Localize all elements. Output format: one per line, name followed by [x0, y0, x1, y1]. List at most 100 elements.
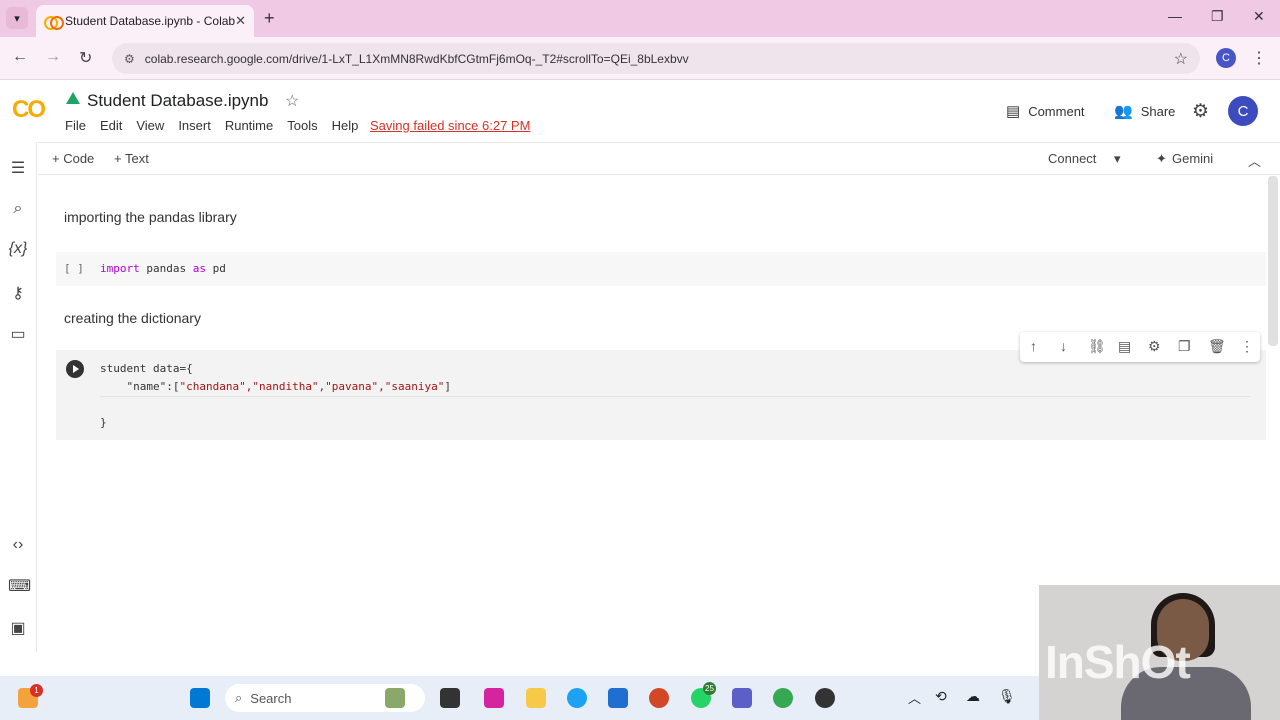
notebook-scrollbar[interactable]	[1268, 176, 1278, 346]
tray-mic-icon[interactable]: 🎙	[998, 688, 1016, 705]
code-line-2: "name":["chandana","nanditha","pavana","…	[100, 380, 452, 393]
browser-profile-avatar[interactable]: C	[1216, 48, 1236, 68]
cell-settings-icon[interactable]: ⚙	[1148, 338, 1161, 355]
reload-icon[interactable]: ↻	[79, 48, 92, 68]
windows-start-icon[interactable]	[190, 688, 210, 708]
menu-bar: File Edit View Insert Runtime Tools Help	[65, 118, 372, 133]
edge-browser-icon[interactable]	[567, 688, 587, 708]
close-window-icon[interactable]: ✕	[1253, 8, 1265, 25]
code-cell-1[interactable]: [ ] import pandas as pd	[56, 252, 1266, 286]
tray-sync-icon[interactable]: ⟲	[935, 688, 947, 705]
cursor-line	[100, 396, 1250, 397]
teams-icon[interactable]	[732, 688, 752, 708]
code-cell-1-source[interactable]: import pandas as pd	[100, 262, 226, 275]
notebook-toolbar: + Code + Text Connect ▾ ✦ Gemini ︿	[38, 142, 1280, 175]
account-avatar[interactable]: C	[1228, 96, 1258, 126]
tray-overflow-icon[interactable]: ︿	[908, 688, 921, 707]
markdown-cell-2[interactable]: creating the dictionary	[64, 310, 201, 326]
comment-icon: ▤	[1006, 103, 1021, 120]
share-button[interactable]: 👥 Share	[1114, 102, 1175, 120]
powerpoint-icon[interactable]	[649, 688, 669, 708]
menu-runtime[interactable]: Runtime	[225, 118, 273, 133]
url-text: colab.research.google.com/drive/1-LxT_L1…	[144, 51, 689, 66]
comment-label: Comment	[1028, 103, 1085, 119]
comment-cell-icon[interactable]: ▤	[1118, 338, 1131, 355]
restore-icon[interactable]: ❐	[1211, 8, 1224, 25]
search-magnifier-icon: ⌕	[235, 690, 243, 705]
close-tab-icon[interactable]: ✕	[235, 13, 246, 29]
code-line-1: student data={	[100, 362, 193, 375]
save-status-link[interactable]: Saving failed since 6:27 PM	[370, 118, 530, 133]
menu-file[interactable]: File	[65, 118, 86, 133]
menu-tools[interactable]: Tools	[287, 118, 317, 133]
code-line-3: }	[100, 416, 107, 429]
menu-help[interactable]: Help	[332, 118, 359, 133]
cell-execution-bracket[interactable]: [ ]	[64, 262, 84, 275]
search-icon[interactable]: ⌕	[8, 200, 28, 218]
store-icon[interactable]	[608, 688, 628, 708]
connect-button[interactable]: Connect	[1048, 151, 1096, 166]
inshot-watermark: InShOt	[1045, 636, 1191, 688]
colab-logo[interactable]: CO	[12, 96, 46, 124]
new-tab-icon[interactable]: +	[264, 8, 275, 29]
files-folder-icon[interactable]: ▭	[8, 324, 28, 344]
move-up-icon[interactable]: ↑	[1030, 338, 1037, 354]
collapse-header-icon[interactable]: ︿	[1248, 151, 1261, 170]
code-snippets-icon[interactable]: ‹›	[8, 536, 28, 554]
table-of-contents-icon[interactable]: ☰	[8, 158, 28, 178]
minimize-icon[interactable]: —	[1168, 8, 1182, 24]
menu-insert[interactable]: Insert	[178, 118, 211, 133]
whatsapp-badge: 25	[703, 682, 716, 695]
tab-title: Student Database.ipynb - Colab	[64, 14, 236, 28]
instagram-icon[interactable]	[484, 688, 504, 708]
left-sidebar: ☰ ⌕ {x} ⚷ ▭ ‹› ⌨ ▣	[0, 142, 37, 652]
tab-search-button[interactable]: ▾	[6, 7, 28, 29]
colab-favicon-icon	[44, 16, 64, 30]
forward-icon[interactable]: →	[45, 48, 61, 66]
notebook-title[interactable]: Student Database.ipynb	[87, 91, 268, 111]
address-bar[interactable]: ⚙ colab.research.google.com/drive/1-LxT_…	[112, 43, 1200, 74]
delete-cell-icon[interactable]: 🗑	[1208, 338, 1226, 355]
task-view-icon[interactable]	[440, 688, 460, 708]
file-explorer-icon[interactable]	[526, 688, 546, 708]
gemini-button[interactable]: Gemini	[1172, 151, 1213, 166]
move-down-icon[interactable]: ↓	[1060, 338, 1067, 354]
gemini-icon: ✦	[1156, 151, 1167, 166]
taskbar-search-placeholder: Search	[250, 690, 292, 706]
code-cell-2[interactable]: student data={ "name":["chandana","nandi…	[56, 350, 1266, 440]
run-cell-button[interactable]	[66, 360, 84, 378]
tray-cloud-icon[interactable]: ☁	[966, 688, 980, 705]
terminal-icon[interactable]: ▣	[8, 618, 28, 638]
connect-dropdown-icon[interactable]: ▾	[1114, 151, 1121, 167]
menu-edit[interactable]: Edit	[100, 118, 122, 133]
add-text-button[interactable]: + Text	[114, 151, 149, 166]
add-code-button[interactable]: + Code	[52, 151, 94, 166]
site-info-icon[interactable]: ⚙	[124, 52, 135, 66]
share-people-icon: 👥	[1114, 103, 1133, 120]
browser-menu-icon[interactable]: ⋮	[1251, 48, 1267, 68]
browser-tab-strip: ▾ Student Database.ipynb - Colab ✕ + — ❐…	[0, 0, 1280, 37]
webcam-overlay: InShOt	[1039, 585, 1280, 720]
mirror-cell-icon[interactable]: ❐	[1178, 338, 1191, 355]
browser-tab[interactable]: Student Database.ipynb - Colab ✕	[36, 5, 254, 37]
settings-gear-icon[interactable]: ⚙	[1192, 100, 1209, 123]
menu-view[interactable]: View	[136, 118, 164, 133]
browser-toolbar: ← → ↻ ⚙ colab.research.google.com/drive/…	[0, 37, 1280, 80]
secrets-key-icon[interactable]: ⚷	[8, 283, 28, 303]
markdown-cell-1[interactable]: importing the pandas library	[64, 209, 237, 225]
cell-action-toolbar: ↑ ↓ ⛓ ▤ ⚙ ❐ 🗑 ⋮	[1020, 332, 1260, 362]
share-label: Share	[1140, 103, 1176, 119]
link-icon[interactable]: ⛓	[1088, 338, 1106, 355]
app-icon[interactable]	[815, 688, 835, 708]
star-notebook-icon[interactable]: ☆	[285, 91, 299, 111]
notification-badge: 1	[30, 684, 43, 697]
command-palette-icon[interactable]: ⌨	[8, 576, 31, 596]
google-drive-icon	[66, 92, 80, 104]
bookmark-star-icon[interactable]: ☆	[1174, 49, 1188, 69]
back-icon[interactable]: ←	[12, 48, 28, 66]
chrome-icon[interactable]	[773, 688, 793, 708]
more-actions-icon[interactable]: ⋮	[1240, 338, 1254, 355]
comment-button[interactable]: ▤ Comment	[1006, 102, 1085, 120]
search-highlight-icon	[385, 688, 405, 708]
variables-icon[interactable]: {x}	[8, 240, 28, 258]
